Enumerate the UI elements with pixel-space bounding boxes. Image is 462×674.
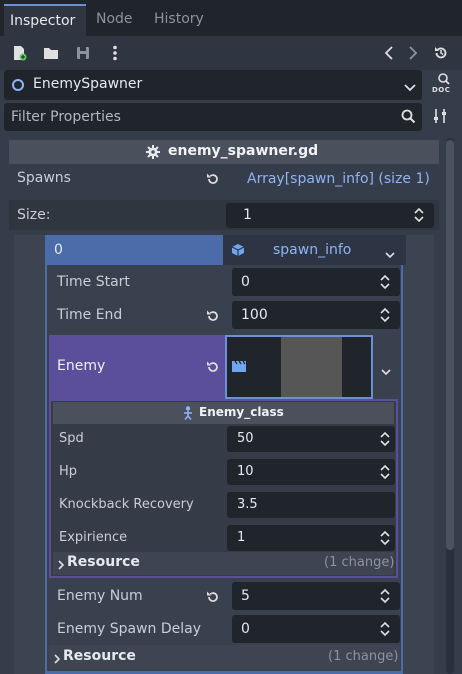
doc-label: DOC [432,86,451,94]
person-icon [182,406,194,424]
size-value: 1 [243,207,252,223]
expirience-label: Expirience [59,530,128,545]
hp-value: 10 [237,464,254,479]
enemy-num-value: 5 [241,588,250,604]
filter-properties-input[interactable]: Filter Properties [11,109,121,125]
node-circle-icon [12,79,24,91]
spin-arrows-icon[interactable] [380,588,390,607]
tab-history[interactable]: History [148,4,210,36]
revert-icon[interactable] [206,590,220,608]
time-start-label: Time Start [57,274,130,290]
tab-node[interactable]: Node [90,4,139,36]
spd-value: 50 [237,431,254,446]
revert-icon[interactable] [206,360,220,378]
open-docs-button[interactable]: DOC [431,72,453,98]
spawns-label: Spawns [17,170,71,186]
expirience-value: 1 [237,530,246,545]
chevron-down-icon[interactable] [404,80,416,96]
spin-arrows-icon[interactable] [380,274,390,293]
time-start-value: 0 [241,274,250,290]
spin-arrows-icon[interactable] [414,207,424,226]
tab-inspector[interactable]: Inspector [4,4,86,36]
enemy-label: Enemy [57,358,106,374]
object-history-icon[interactable] [432,44,450,62]
size-label: Size: [17,207,51,223]
time-end-label: Time End [57,307,123,323]
history-back-icon[interactable] [380,44,398,62]
property-options-icon[interactable] [432,108,448,128]
chevron-right-icon[interactable] [58,558,65,574]
expirience-spinbox[interactable] [227,525,395,551]
spawn-info-resource-changes: (1 change) [328,649,399,664]
resource-cube-icon [231,243,245,261]
script-title: enemy_spawner.gd [168,143,319,159]
spin-arrows-icon[interactable] [380,431,390,450]
save-icon[interactable] [74,44,92,62]
element-type-label: spawn_info [273,242,352,258]
spawns-array-button[interactable]: Array[spawn_info] (size 1) [247,171,430,187]
enemy-class-title: Enemy_class [199,405,284,419]
scrollbar-grabber[interactable] [446,140,454,550]
node-name: EnemySpawner [33,76,143,92]
new-resource-icon[interactable] [10,44,28,62]
search-icon [401,109,416,128]
enemy-spawn-delay-spinbox[interactable] [232,615,400,643]
knockback-recovery-value: 3.5 [237,497,258,512]
gear-icon [146,145,160,163]
time-start-spinbox[interactable] [232,268,400,296]
enemy-preview-thumbnail [281,337,342,397]
element-index: 0 [54,242,63,258]
spin-arrows-icon[interactable] [380,307,390,326]
revert-icon[interactable] [206,309,220,327]
packed-scene-icon [231,360,247,376]
history-forward-icon[interactable] [404,44,422,62]
enemy-class-resource-label: Resource [67,554,140,570]
spawn-info-resource-label: Resource [63,648,136,664]
enemy-num-spinbox[interactable] [232,582,400,610]
spin-arrows-icon[interactable] [380,621,390,640]
chevron-down-icon[interactable] [385,247,395,263]
spd-label: Spd [59,431,84,446]
enemy-spawn-delay-label: Enemy Spawn Delay [57,621,201,637]
chevron-right-icon[interactable] [54,652,61,668]
more-options-icon[interactable] [106,44,124,62]
time-end-value: 100 [241,307,268,323]
element-index-bar [45,235,223,265]
enemy-num-label: Enemy Num [57,588,143,604]
spin-arrows-icon[interactable] [380,464,390,483]
chevron-down-icon[interactable] [381,364,391,380]
hp-label: Hp [59,464,78,479]
enemy-class-resource-changes: (1 change) [324,555,395,570]
size-spinbox[interactable] [226,203,434,228]
spin-arrows-icon[interactable] [380,530,390,549]
knockback-recovery-label: Knockback Recovery [59,497,194,512]
open-folder-icon[interactable] [42,44,60,62]
enemy-spawn-delay-value: 0 [241,621,250,637]
revert-icon[interactable] [206,172,220,190]
